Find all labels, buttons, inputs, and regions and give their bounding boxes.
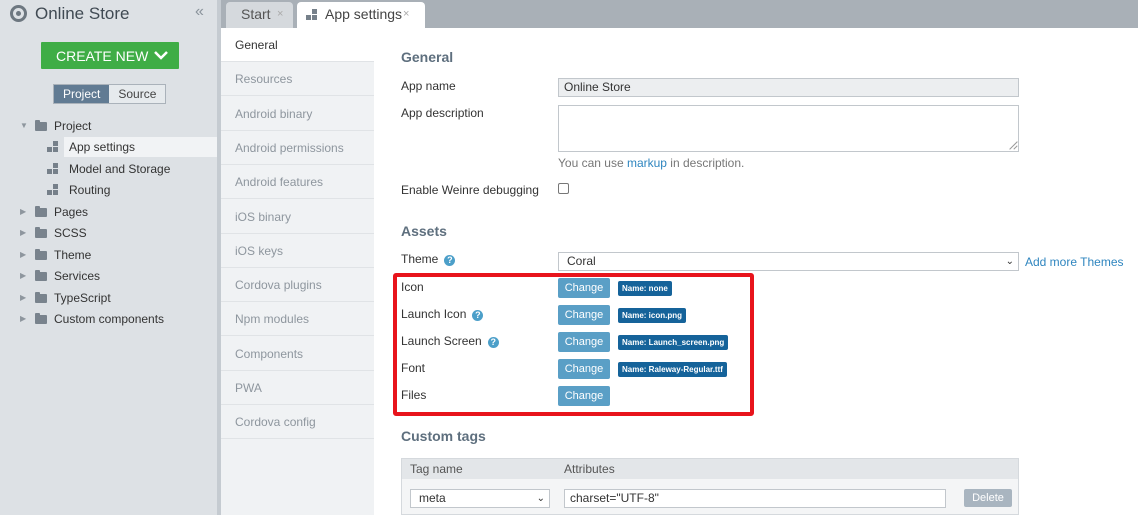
tree-item-label: Services: [54, 269, 101, 283]
folder-icon: [35, 270, 47, 281]
tree-item-label: Project: [54, 119, 92, 133]
settings-nav: General Resources Android binary Android pe…: [221, 28, 374, 515]
create-new-button[interactable]: CREATE NEW: [41, 42, 179, 69]
custom-tags-table: Tag name Attributes meta ⌄ charset="UTF-…: [401, 458, 1019, 515]
theme-select-value: Coral: [567, 254, 596, 268]
settings-content: General App name Online Store App descri…: [374, 28, 1138, 515]
tree-item[interactable]: ▶ SCSS: [0, 223, 217, 243]
settings-nav-item[interactable]: Npm modules: [221, 302, 374, 337]
app-description-textarea[interactable]: [558, 105, 1019, 152]
theme-label: Theme?: [401, 252, 456, 266]
settings-file-icon: [47, 184, 60, 197]
folder-icon: [35, 249, 47, 260]
weinre-checkbox[interactable]: [558, 183, 569, 194]
theme-select[interactable]: Coral ⌄: [558, 252, 1019, 271]
create-new-label: CREATE NEW: [56, 47, 149, 64]
tag-name-select[interactable]: meta ⌄: [410, 489, 550, 508]
tree-item-label: Pages: [54, 205, 89, 219]
tree-item[interactable]: ▶ Custom components: [0, 309, 217, 329]
help-icon[interactable]: ?: [444, 255, 456, 266]
settings-nav-item[interactable]: Resources: [221, 62, 374, 97]
tree-item-label: TypeScript: [54, 291, 111, 305]
tree-item-label: App settings: [69, 140, 136, 154]
tag-name-column-header: Tag name: [410, 462, 463, 476]
tag-name-value: meta: [419, 491, 446, 505]
folder-icon: [35, 292, 47, 303]
tree-item-label: Theme: [54, 248, 92, 262]
tree-item[interactable]: ▼ Project: [0, 116, 217, 136]
source-tab[interactable]: Source: [109, 85, 166, 103]
settings-nav-item[interactable]: Components: [221, 337, 374, 371]
weinre-label: Enable Weinre debugging: [401, 183, 539, 197]
tree-item-label: Custom components: [54, 312, 165, 326]
caret-right-icon[interactable]: ▶: [20, 223, 28, 243]
sidebar: Online Store « CREATE NEW Project Source…: [0, 0, 221, 515]
app-title: Online Store: [35, 4, 130, 23]
caret-right-icon[interactable]: ▶: [20, 202, 28, 222]
close-icon[interactable]: ×: [403, 2, 409, 27]
settings-nav-item[interactable]: Android features: [221, 165, 374, 200]
caret-down-icon[interactable]: ▼: [20, 116, 28, 136]
tree-item[interactable]: App settings: [0, 137, 217, 157]
settings-nav-item[interactable]: iOS binary: [221, 200, 374, 234]
tab-app-settings[interactable]: App settings ×: [297, 2, 425, 28]
folder-icon: [35, 313, 47, 324]
tree-item[interactable]: Model and Storage: [0, 159, 217, 179]
attributes-column-header: Attributes: [564, 462, 615, 476]
settings-nav-item[interactable]: Cordova config: [221, 405, 374, 440]
caret-right-icon[interactable]: ▶: [20, 245, 28, 265]
app-header: Online Store «: [0, 0, 221, 28]
tab-start-label: Start: [241, 6, 271, 22]
app-name-input[interactable]: Online Store: [558, 78, 1019, 97]
folder-icon: [35, 206, 47, 217]
settings-nav-item[interactable]: Cordova plugins: [221, 268, 374, 303]
tree-item[interactable]: ▶ Services: [0, 266, 217, 286]
settings-file-icon: [47, 163, 60, 176]
caret-right-icon[interactable]: ▶: [20, 266, 28, 286]
settings-nav-item[interactable]: PWA: [221, 371, 374, 405]
caret-right-icon[interactable]: ▶: [20, 309, 28, 329]
custom-tags-section-title: Custom tags: [401, 428, 486, 444]
tab-app-settings-label: App settings: [325, 6, 403, 22]
attributes-input[interactable]: charset="UTF-8": [564, 489, 946, 508]
app-logo-icon: [10, 5, 27, 22]
tree-item[interactable]: Routing: [0, 180, 217, 200]
custom-tags-header: Tag name Attributes: [402, 459, 1018, 479]
settings-file-icon: [47, 141, 60, 154]
settings-nav-item[interactable]: Android binary: [221, 97, 374, 131]
delete-tag-button[interactable]: Delete: [964, 489, 1012, 507]
tree-item[interactable]: ▶ TypeScript: [0, 288, 217, 308]
resize-handle-icon[interactable]: [1007, 140, 1017, 150]
add-more-themes-link[interactable]: Add more Themes: [1025, 255, 1124, 269]
app-description-label: App description: [401, 106, 484, 120]
settings-file-icon: [306, 9, 319, 22]
tree-item-label: Model and Storage: [69, 162, 171, 176]
highlight-annotation: [393, 273, 754, 416]
folder-icon: [35, 227, 47, 238]
close-icon[interactable]: ×: [277, 2, 283, 27]
caret-right-icon[interactable]: ▶: [20, 288, 28, 308]
chevron-down-icon: ⌄: [536, 493, 545, 504]
general-section-title: General: [401, 49, 454, 65]
app-name-label: App name: [401, 79, 456, 93]
tree-item[interactable]: ▶ Pages: [0, 202, 217, 222]
folder-icon: [35, 120, 47, 131]
collapse-sidebar-icon[interactable]: «: [195, 3, 204, 21]
markup-link[interactable]: markup: [627, 156, 667, 170]
chevron-down-icon: [154, 51, 168, 60]
project-tab[interactable]: Project: [54, 85, 110, 103]
settings-nav-item[interactable]: Android permissions: [221, 131, 374, 165]
project-source-switch: Project Source: [53, 84, 167, 104]
tab-start[interactable]: Start ×: [226, 2, 293, 28]
chevron-down-icon: ⌄: [1005, 256, 1014, 267]
settings-nav-item[interactable]: iOS keys: [221, 234, 374, 268]
tab-bar: Start × App settings ×: [221, 0, 1138, 28]
settings-nav-item[interactable]: General: [221, 28, 374, 62]
tree-item-label: SCSS: [54, 226, 87, 240]
assets-section-title: Assets: [401, 223, 447, 239]
tree-item[interactable]: ▶ Theme: [0, 245, 217, 265]
markup-hint: You can use markup in description.: [558, 156, 745, 170]
tree-item-label: Routing: [69, 183, 111, 197]
